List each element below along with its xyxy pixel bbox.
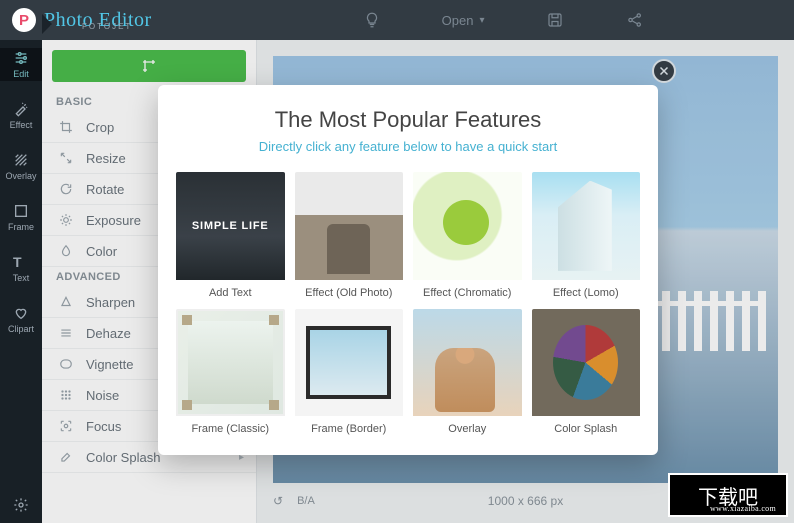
feature-effect-chromatic[interactable]: Effect (Chromatic) bbox=[413, 172, 522, 299]
feature-thumb bbox=[176, 309, 285, 417]
topbar-actions: Open ▾ bbox=[362, 10, 645, 30]
feature-label: Effect (Lomo) bbox=[532, 280, 641, 299]
rail-arrow bbox=[42, 14, 52, 34]
watermark-url: www.xiazaiba.com bbox=[710, 504, 776, 513]
app-logo: P Photo Editor FOTOJET bbox=[12, 8, 152, 32]
feature-label: Overlay bbox=[413, 416, 522, 435]
watermark-badge: 下载吧 www.xiazaiba.com bbox=[668, 473, 788, 517]
feature-label: Effect (Old Photo) bbox=[295, 280, 404, 299]
feature-frame-border[interactable]: Frame (Border) bbox=[295, 309, 404, 436]
feature-label: Color Splash bbox=[532, 416, 641, 435]
save-icon[interactable] bbox=[545, 10, 565, 30]
feature-effect-old-photo[interactable]: Effect (Old Photo) bbox=[295, 172, 404, 299]
feature-overlay[interactable]: Overlay bbox=[413, 309, 522, 436]
feature-label: Effect (Chromatic) bbox=[413, 280, 522, 299]
open-label: Open bbox=[442, 13, 474, 28]
feature-thumb: SIMPLE LIFE bbox=[176, 172, 285, 280]
feature-effect-lomo[interactable]: Effect (Lomo) bbox=[532, 172, 641, 299]
feature-thumb bbox=[532, 309, 641, 417]
top-bar: P Photo Editor FOTOJET Open ▾ bbox=[0, 0, 794, 40]
feature-label: Frame (Border) bbox=[295, 416, 404, 435]
share-icon[interactable] bbox=[625, 10, 645, 30]
chevron-down-icon: ▾ bbox=[479, 15, 484, 26]
app-root: P Photo Editor FOTOJET Open ▾ bbox=[0, 0, 794, 523]
close-button[interactable] bbox=[652, 59, 676, 83]
feature-label: Frame (Classic) bbox=[176, 416, 285, 435]
open-menu[interactable]: Open ▾ bbox=[442, 13, 485, 28]
hint-icon[interactable] bbox=[362, 10, 382, 30]
logo-badge: P bbox=[12, 8, 36, 32]
feature-label: Add Text bbox=[176, 280, 285, 299]
feature-add-text[interactable]: SIMPLE LIFEAdd Text bbox=[176, 172, 285, 299]
feature-thumb bbox=[532, 172, 641, 280]
feature-thumb bbox=[413, 309, 522, 417]
feature-frame-classic[interactable]: Frame (Classic) bbox=[176, 309, 285, 436]
feature-color-splash[interactable]: Color Splash bbox=[532, 309, 641, 436]
feature-thumb bbox=[295, 172, 404, 280]
feature-grid: SIMPLE LIFEAdd Text Effect (Old Photo) E… bbox=[158, 154, 658, 455]
modal-title: The Most Popular Features bbox=[158, 107, 658, 133]
feature-thumb bbox=[295, 309, 404, 417]
feature-thumb bbox=[413, 172, 522, 280]
popular-features-modal: The Most Popular Features Directly click… bbox=[158, 85, 658, 455]
modal-subtitle: Directly click any feature below to have… bbox=[158, 139, 658, 154]
